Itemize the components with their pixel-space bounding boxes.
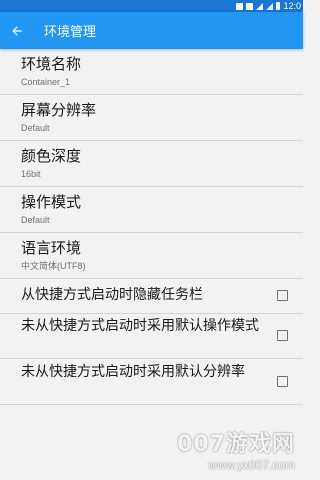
setting-title: 操作模式 bbox=[21, 193, 82, 211]
option-checkbox[interactable] bbox=[277, 290, 288, 301]
setting-title: 屏幕分辨率 bbox=[21, 101, 97, 119]
option-checkbox[interactable] bbox=[277, 330, 288, 341]
setting-value: Default bbox=[21, 123, 50, 133]
app-bar: 环境管理 bbox=[0, 12, 303, 49]
option-label: 未从快捷方式启动时采用默认分辨率 bbox=[21, 364, 245, 380]
back-button[interactable] bbox=[0, 12, 34, 49]
notification-icon bbox=[236, 2, 244, 10]
setting-value: 16bit bbox=[21, 169, 41, 179]
setting-value: Default bbox=[21, 215, 50, 225]
setting-value: Container_1 bbox=[21, 77, 71, 87]
setting-language[interactable]: 语言环境 中文简体(UTF8) bbox=[0, 233, 303, 279]
arrow-back-icon bbox=[12, 25, 22, 36]
battery-icon bbox=[276, 2, 281, 10]
setting-value: 中文简体(UTF8) bbox=[21, 261, 86, 271]
setting-environment-name[interactable]: 环境名称 Container_1 bbox=[0, 49, 303, 95]
setting-color-depth[interactable]: 颜色深度 16bit bbox=[0, 141, 303, 187]
watermark-logo: 007游戏网 bbox=[177, 432, 295, 457]
status-icons: 12:0 bbox=[236, 0, 301, 12]
option-default-resolution[interactable]: 未从快捷方式启动时采用默认分辨率 bbox=[0, 359, 303, 405]
option-label: 未从快捷方式启动时采用默认操作模式 bbox=[21, 318, 259, 334]
status-time: 12:0 bbox=[283, 1, 301, 11]
settings-list: 环境名称 Container_1 屏幕分辨率 Default 颜色深度 16bi… bbox=[0, 49, 303, 405]
notification-icon bbox=[246, 2, 254, 10]
page-title: 环境管理 bbox=[44, 25, 97, 40]
setting-title: 语言环境 bbox=[21, 239, 82, 257]
watermark-url: www.yx007.com bbox=[208, 458, 295, 472]
option-hide-taskbar[interactable]: 从快捷方式启动时隐藏任务栏 bbox=[0, 279, 303, 314]
setting-screen-resolution[interactable]: 屏幕分辨率 Default bbox=[0, 95, 303, 141]
option-label: 从快捷方式启动时隐藏任务栏 bbox=[21, 287, 203, 303]
signal-icon bbox=[266, 2, 274, 10]
option-checkbox[interactable] bbox=[277, 375, 288, 387]
status-bar: 12:0 bbox=[0, 0, 303, 12]
setting-operation-mode[interactable]: 操作模式 Default bbox=[0, 187, 303, 233]
setting-title: 环境名称 bbox=[21, 55, 82, 73]
wifi-icon bbox=[256, 2, 264, 10]
watermark: 007游戏网 www.yx007.com bbox=[177, 426, 295, 472]
setting-title: 颜色深度 bbox=[21, 147, 82, 165]
option-default-mode[interactable]: 未从快捷方式启动时采用默认操作模式 bbox=[0, 314, 303, 359]
